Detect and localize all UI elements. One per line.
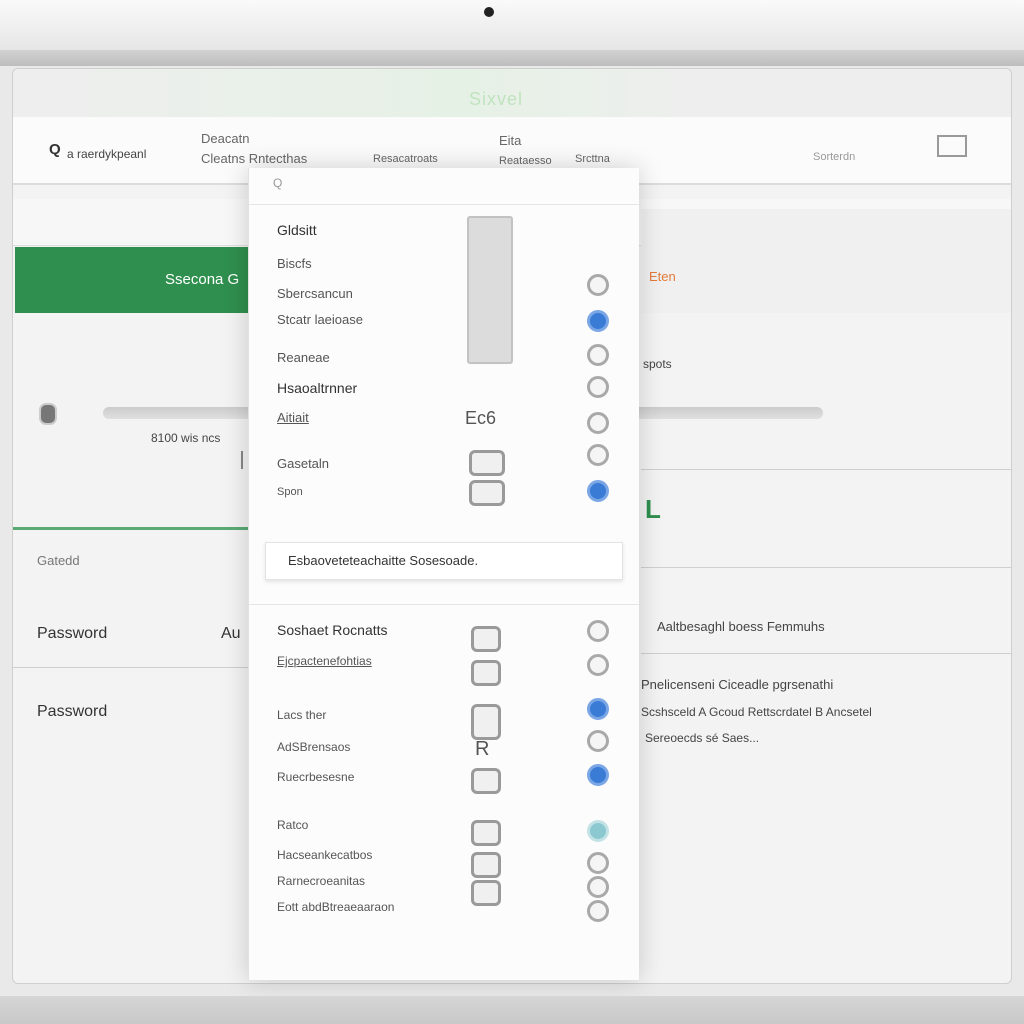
field-label: Gatedd xyxy=(37,553,80,568)
menu-item[interactable]: Biscfs xyxy=(277,256,312,271)
menu-item[interactable]: Hsaoaltrnner xyxy=(277,380,357,396)
mail-icon[interactable] xyxy=(587,412,609,434)
large-letter: L xyxy=(645,494,661,524)
mail-icon xyxy=(469,480,505,506)
divider xyxy=(13,667,249,668)
search-icon[interactable]: Q xyxy=(273,176,282,190)
slider-handle[interactable] xyxy=(39,403,57,425)
info-blue-icon[interactable] xyxy=(587,480,609,502)
right-header-area xyxy=(641,209,1011,313)
flag-blue-icon[interactable] xyxy=(587,764,609,786)
nav-link-4[interactable]: Eita xyxy=(499,133,521,148)
menu-item[interactable]: Hacseankecatbos xyxy=(277,848,372,862)
panel-search-field[interactable]: Esbaoveteteachaitte Sosesoade. xyxy=(265,542,623,580)
info-line-3: Sereoecds sé Saes... xyxy=(645,731,760,745)
circle-icon[interactable] xyxy=(587,274,609,296)
divider xyxy=(641,653,1011,654)
divider xyxy=(641,469,1011,470)
check-blue-icon[interactable] xyxy=(587,698,609,720)
menu-item[interactable]: Gasetaln xyxy=(277,456,329,471)
nav-link-2[interactable]: Cleatns Rntecthas xyxy=(201,151,307,166)
info-line-1: Pnelicenseni Ciceadle pgrsenathi xyxy=(641,677,834,692)
clock-icon[interactable] xyxy=(587,344,609,366)
active-underline xyxy=(13,527,249,530)
spots-label: spots xyxy=(643,357,672,371)
divider xyxy=(249,604,639,605)
menu-item[interactable]: Sbercsancun xyxy=(277,286,353,301)
lock-icon[interactable] xyxy=(587,376,609,398)
divider xyxy=(249,204,639,205)
item-code: Ec6 xyxy=(465,408,497,428)
nav-link-6[interactable]: Srcttna xyxy=(575,153,610,165)
text-cursor xyxy=(241,451,243,469)
menu-item[interactable]: Ejcpactenefohtias xyxy=(277,654,372,668)
scroll-bar[interactable] xyxy=(467,216,513,364)
list-icon xyxy=(471,880,501,906)
nav-link-5[interactable]: Reataesso xyxy=(499,155,552,167)
password-input[interactable]: Au xyxy=(221,625,241,643)
section-banner: Ssecona G xyxy=(15,247,249,313)
laptop-hinge xyxy=(0,50,1024,66)
list-icon xyxy=(471,660,501,686)
leaf-icon xyxy=(469,450,505,476)
list-icon xyxy=(471,768,501,794)
user-icon[interactable] xyxy=(587,876,609,898)
camera-icon xyxy=(484,7,494,17)
link-icon xyxy=(471,626,501,652)
menu-item[interactable]: Ratco xyxy=(277,818,308,832)
panel-search-text: Esbaoveteteachaitte Sosesoade. xyxy=(288,553,479,568)
password-label-2: Password xyxy=(37,703,108,720)
hint-text: Aaltbesaghl boess Femmuhs xyxy=(657,619,825,634)
nav-link-1[interactable]: Deacatn xyxy=(201,131,249,146)
dot-icon[interactable] xyxy=(587,900,609,922)
password-label: Password xyxy=(37,625,108,642)
laptop-bezel xyxy=(0,0,1024,51)
warning-text: Eten xyxy=(649,269,676,284)
menu-item[interactable]: Gldsitt xyxy=(277,222,317,238)
item-code: R xyxy=(475,738,490,760)
menu-item[interactable]: Aitiait xyxy=(277,410,309,425)
brand-icon[interactable]: Q xyxy=(49,141,61,158)
toggle-blue-icon[interactable] xyxy=(587,310,609,332)
dropdown-panel: Q Gldsitt Biscfs Sbercsancun Stcatr laei… xyxy=(248,168,639,980)
section-banner-title: Ssecona G xyxy=(165,271,240,288)
gear-icon[interactable] xyxy=(587,654,609,676)
menu-item[interactable]: Eott abdBtreaeaaraon xyxy=(277,900,394,914)
menu-item[interactable]: Ruecrbesesne xyxy=(277,770,354,784)
gear-icon[interactable] xyxy=(587,730,609,752)
leaf-icon[interactable] xyxy=(587,444,609,466)
window-title: Sixvel xyxy=(469,89,524,109)
refresh-icon[interactable] xyxy=(587,620,609,642)
info-line-2: Scshsceld A Gcoud Rettscrdatel B Ancsete… xyxy=(641,705,872,719)
list-icon xyxy=(471,820,501,846)
brand-name[interactable]: a raerdykpeanl xyxy=(67,147,146,161)
nav-link-3[interactable]: Resacatroats xyxy=(373,153,438,165)
laptop-bottom-frame xyxy=(0,996,1024,1024)
divider xyxy=(641,567,1011,568)
section-header: Soshaet Rocnatts xyxy=(277,622,388,638)
menu-item[interactable]: Rarnecroeanitas xyxy=(277,874,365,888)
list-icon xyxy=(471,852,501,878)
window-titlebar: Sixvel xyxy=(13,69,1011,117)
menu-item[interactable]: Reaneae xyxy=(277,350,330,365)
list-icon xyxy=(471,704,501,740)
meta-text: 8100 wis ncs xyxy=(151,431,221,445)
menu-item[interactable]: Spon xyxy=(277,486,303,498)
menu-item[interactable]: Lacs ther xyxy=(277,708,326,722)
nav-link-7[interactable]: Sorterdn xyxy=(813,151,855,163)
mail-icon[interactable] xyxy=(937,135,967,157)
teal-icon[interactable] xyxy=(587,820,609,842)
key-icon[interactable] xyxy=(587,852,609,874)
menu-item[interactable]: AdSBrensaos xyxy=(277,740,350,754)
menu-item[interactable]: Stcatr laeioase xyxy=(277,312,363,327)
